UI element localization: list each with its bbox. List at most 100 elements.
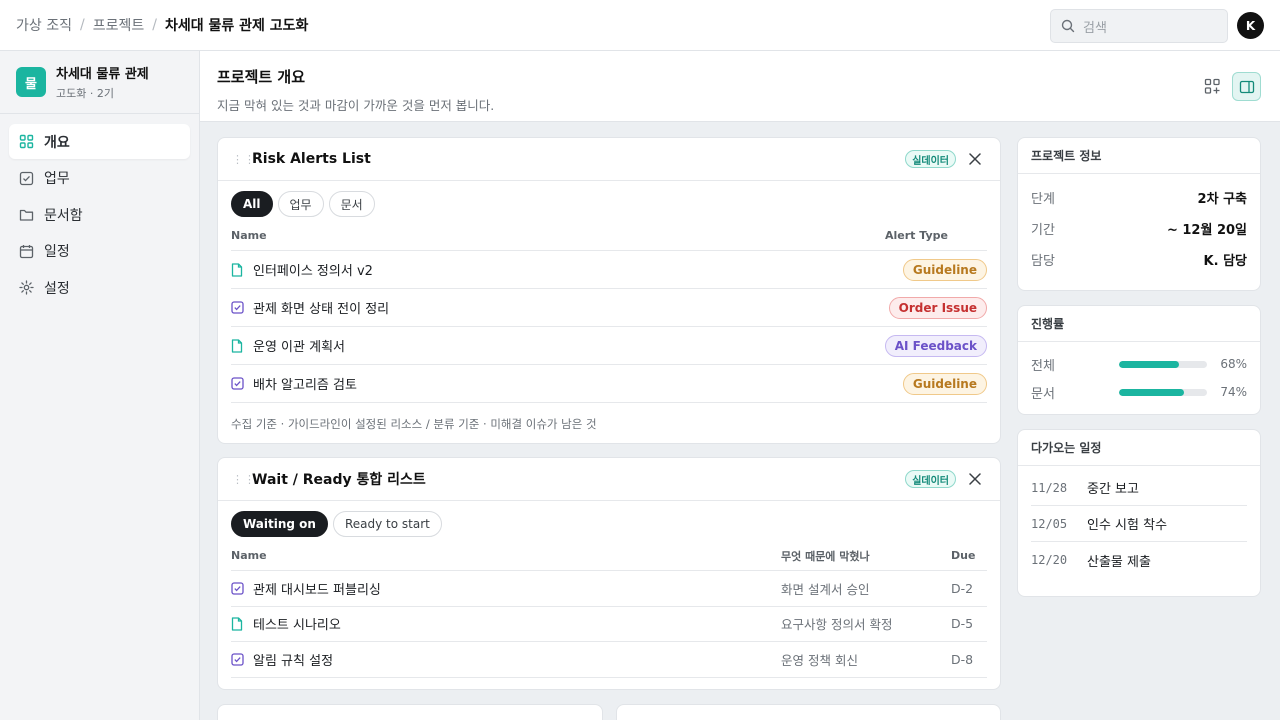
progress-row-docs: 문서 74% <box>1018 378 1260 406</box>
upcoming-schedule-card: 다가오는 일정 11/28 중간 보고 12/05 인수 시험 착수 12/20 산출… <box>1017 429 1261 597</box>
search-input[interactable]: 검색 <box>1050 9 1228 43</box>
table-row[interactable]: 운영 이관 계획서 AI Feedback <box>231 327 987 365</box>
grid-icon <box>19 134 34 149</box>
row-due: D-8 <box>951 651 974 667</box>
filter-chips: Waiting on Ready to start <box>218 501 1000 537</box>
table-row[interactable]: 인터페이스 정의서 v2 Guideline <box>231 251 987 289</box>
sidebar-item-settings[interactable]: 설정 <box>9 270 190 305</box>
page-header: 프로젝트 개요 지금 막혀 있는 것과 마감이 가까운 것을 먼저 봅니다. <box>200 51 1280 122</box>
progress-bar <box>1119 360 1207 368</box>
row-name: 배차 알고리즘 검토 <box>253 378 357 393</box>
drag-handle-icon[interactable]: ⋮⋮ <box>232 473 255 486</box>
schedule-title: 인수 시험 착수 <box>1087 518 1168 533</box>
row-type-icon <box>231 338 253 353</box>
avatar[interactable]: K <box>1237 12 1264 39</box>
breadcrumb-current: 차세대 물류 관제 고도화 <box>164 18 309 34</box>
column-header-name: Name <box>231 549 267 562</box>
task-icon <box>231 377 244 390</box>
row-type-icon <box>231 301 253 314</box>
schedule-date: 11/28 <box>1031 480 1068 495</box>
sidebar-item-tasks[interactable]: 업무 <box>9 161 190 196</box>
document-icon <box>231 338 243 353</box>
task-icon <box>231 582 244 595</box>
info-value: K. 담당 <box>1203 254 1247 269</box>
live-data-badge: 실데이터 <box>905 150 956 168</box>
sidebar-item-schedule[interactable]: 일정 <box>9 234 190 269</box>
calendar-icon <box>19 244 34 258</box>
alert-type-badge: AI Feedback <box>884 334 987 357</box>
search-placeholder: 검색 <box>1083 20 1107 36</box>
project-switcher[interactable]: 물 차세대 물류 관제 고도화 · 2기 <box>0 51 199 114</box>
row-name: 관제 화면 상태 전이 정리 <box>253 302 390 317</box>
close-icon <box>969 473 981 485</box>
progress-label: 문서 <box>1031 386 1055 402</box>
row-blocker: 요구사항 정의서 확정 <box>781 617 893 633</box>
table-row[interactable]: 배차 알고리즘 검토 Guideline <box>231 365 987 403</box>
sidebar-item-overview[interactable]: 개요 <box>9 124 190 159</box>
table-row[interactable]: 관제 대시보드 퍼블리싱 화면 설계서 승인 D-2 <box>231 571 987 607</box>
filter-chip-all[interactable]: All <box>231 191 273 217</box>
row-name: 테스트 시나리오 <box>253 618 341 634</box>
progress-fill <box>1119 388 1185 396</box>
close-icon <box>969 153 981 165</box>
table-row[interactable]: 테스트 시나리오 요구사항 정의서 확정 D-5 <box>231 607 987 642</box>
info-key: 단계 <box>1031 192 1055 207</box>
filter-chip-tasks[interactable]: 업무 <box>277 191 324 217</box>
widget-card-partial <box>616 704 1001 720</box>
schedule-date: 12/05 <box>1031 516 1068 531</box>
table-row[interactable]: 알림 규칙 설정 운영 정책 회신 D-8 <box>231 642 987 678</box>
schedule-date: 12/20 <box>1031 553 1068 567</box>
search-icon <box>1061 19 1075 33</box>
schedule-item[interactable]: 11/28 중간 보고 <box>1031 470 1247 506</box>
task-icon <box>231 301 244 314</box>
progress-label: 전체 <box>1031 358 1055 374</box>
project-subtitle: 고도화 · 2기 <box>56 87 114 100</box>
info-row-stage: 단계 2차 구축 <box>1018 182 1260 213</box>
info-row-period: 기간 ~ 12월 20일 <box>1018 213 1260 244</box>
schedule-item[interactable]: 12/20 산출물 제출 <box>1031 542 1247 578</box>
filter-chip-ready[interactable]: Ready to start <box>332 511 442 537</box>
card-title: 진행률 <box>1018 306 1260 342</box>
schedule-title: 산출물 제출 <box>1087 554 1151 570</box>
row-name: 관제 대시보드 퍼블리싱 <box>253 582 381 598</box>
row-type-icon <box>231 653 253 666</box>
row-blocker: 운영 정책 회신 <box>781 652 858 668</box>
filter-chips: All 업무 문서 <box>218 181 1000 217</box>
add-widget-button[interactable] <box>1198 72 1227 101</box>
sidebar-item-documents[interactable]: 문서함 <box>9 197 190 232</box>
breadcrumb-org[interactable]: 가상 조직 <box>16 15 72 35</box>
close-card-button[interactable] <box>966 470 984 488</box>
document-icon <box>231 617 243 631</box>
progress-bar <box>1119 388 1207 396</box>
row-name: 인터페이스 정의서 v2 <box>253 264 373 279</box>
filter-chip-docs[interactable]: 문서 <box>328 191 375 217</box>
sidebar-nav: 개요 업무 문서함 일정 설정 <box>0 114 199 317</box>
info-value: 2차 구축 <box>1197 192 1247 207</box>
column-header-alert-type: Alert Type <box>885 229 948 242</box>
project-logo: 물 <box>16 67 46 97</box>
row-type-icon <box>231 262 253 277</box>
alert-type-badge: Order Issue <box>888 296 987 319</box>
toggle-side-panel-button[interactable] <box>1232 72 1261 101</box>
add-widget-icon <box>1204 78 1220 94</box>
filter-chip-waiting[interactable]: Waiting on <box>231 511 328 537</box>
sidebar-item-label: 설정 <box>44 280 70 297</box>
task-icon <box>231 653 244 666</box>
card-title: 다가오는 일정 <box>1018 430 1260 466</box>
table-row[interactable]: 관제 화면 상태 전이 정리 Order Issue <box>231 289 987 327</box>
alert-type-badge: Guideline <box>902 372 987 395</box>
breadcrumb-projects[interactable]: 프로젝트 <box>93 15 145 35</box>
drag-handle-icon[interactable]: ⋮⋮ <box>232 153 255 166</box>
progress-card: 진행률 전체 68% 문서 74% <box>1017 305 1261 415</box>
column-header-name: Name <box>231 229 267 242</box>
row-due: D-2 <box>951 580 974 596</box>
close-card-button[interactable] <box>966 150 984 168</box>
schedule-item[interactable]: 12/05 인수 시험 착수 <box>1031 506 1247 542</box>
live-data-badge: 실데이터 <box>905 470 956 488</box>
sidebar-item-label: 업무 <box>44 171 70 187</box>
info-row-owner: 담당 K. 담당 <box>1018 244 1260 275</box>
alert-type-badge: Guideline <box>902 258 987 281</box>
progress-row-overall: 전체 68% <box>1018 350 1260 378</box>
page-subtitle: 지금 막혀 있는 것과 마감이 가까운 것을 먼저 봅니다. <box>217 98 495 113</box>
table-header: Name 무엇 때문에 막혔나 Due <box>231 541 987 571</box>
